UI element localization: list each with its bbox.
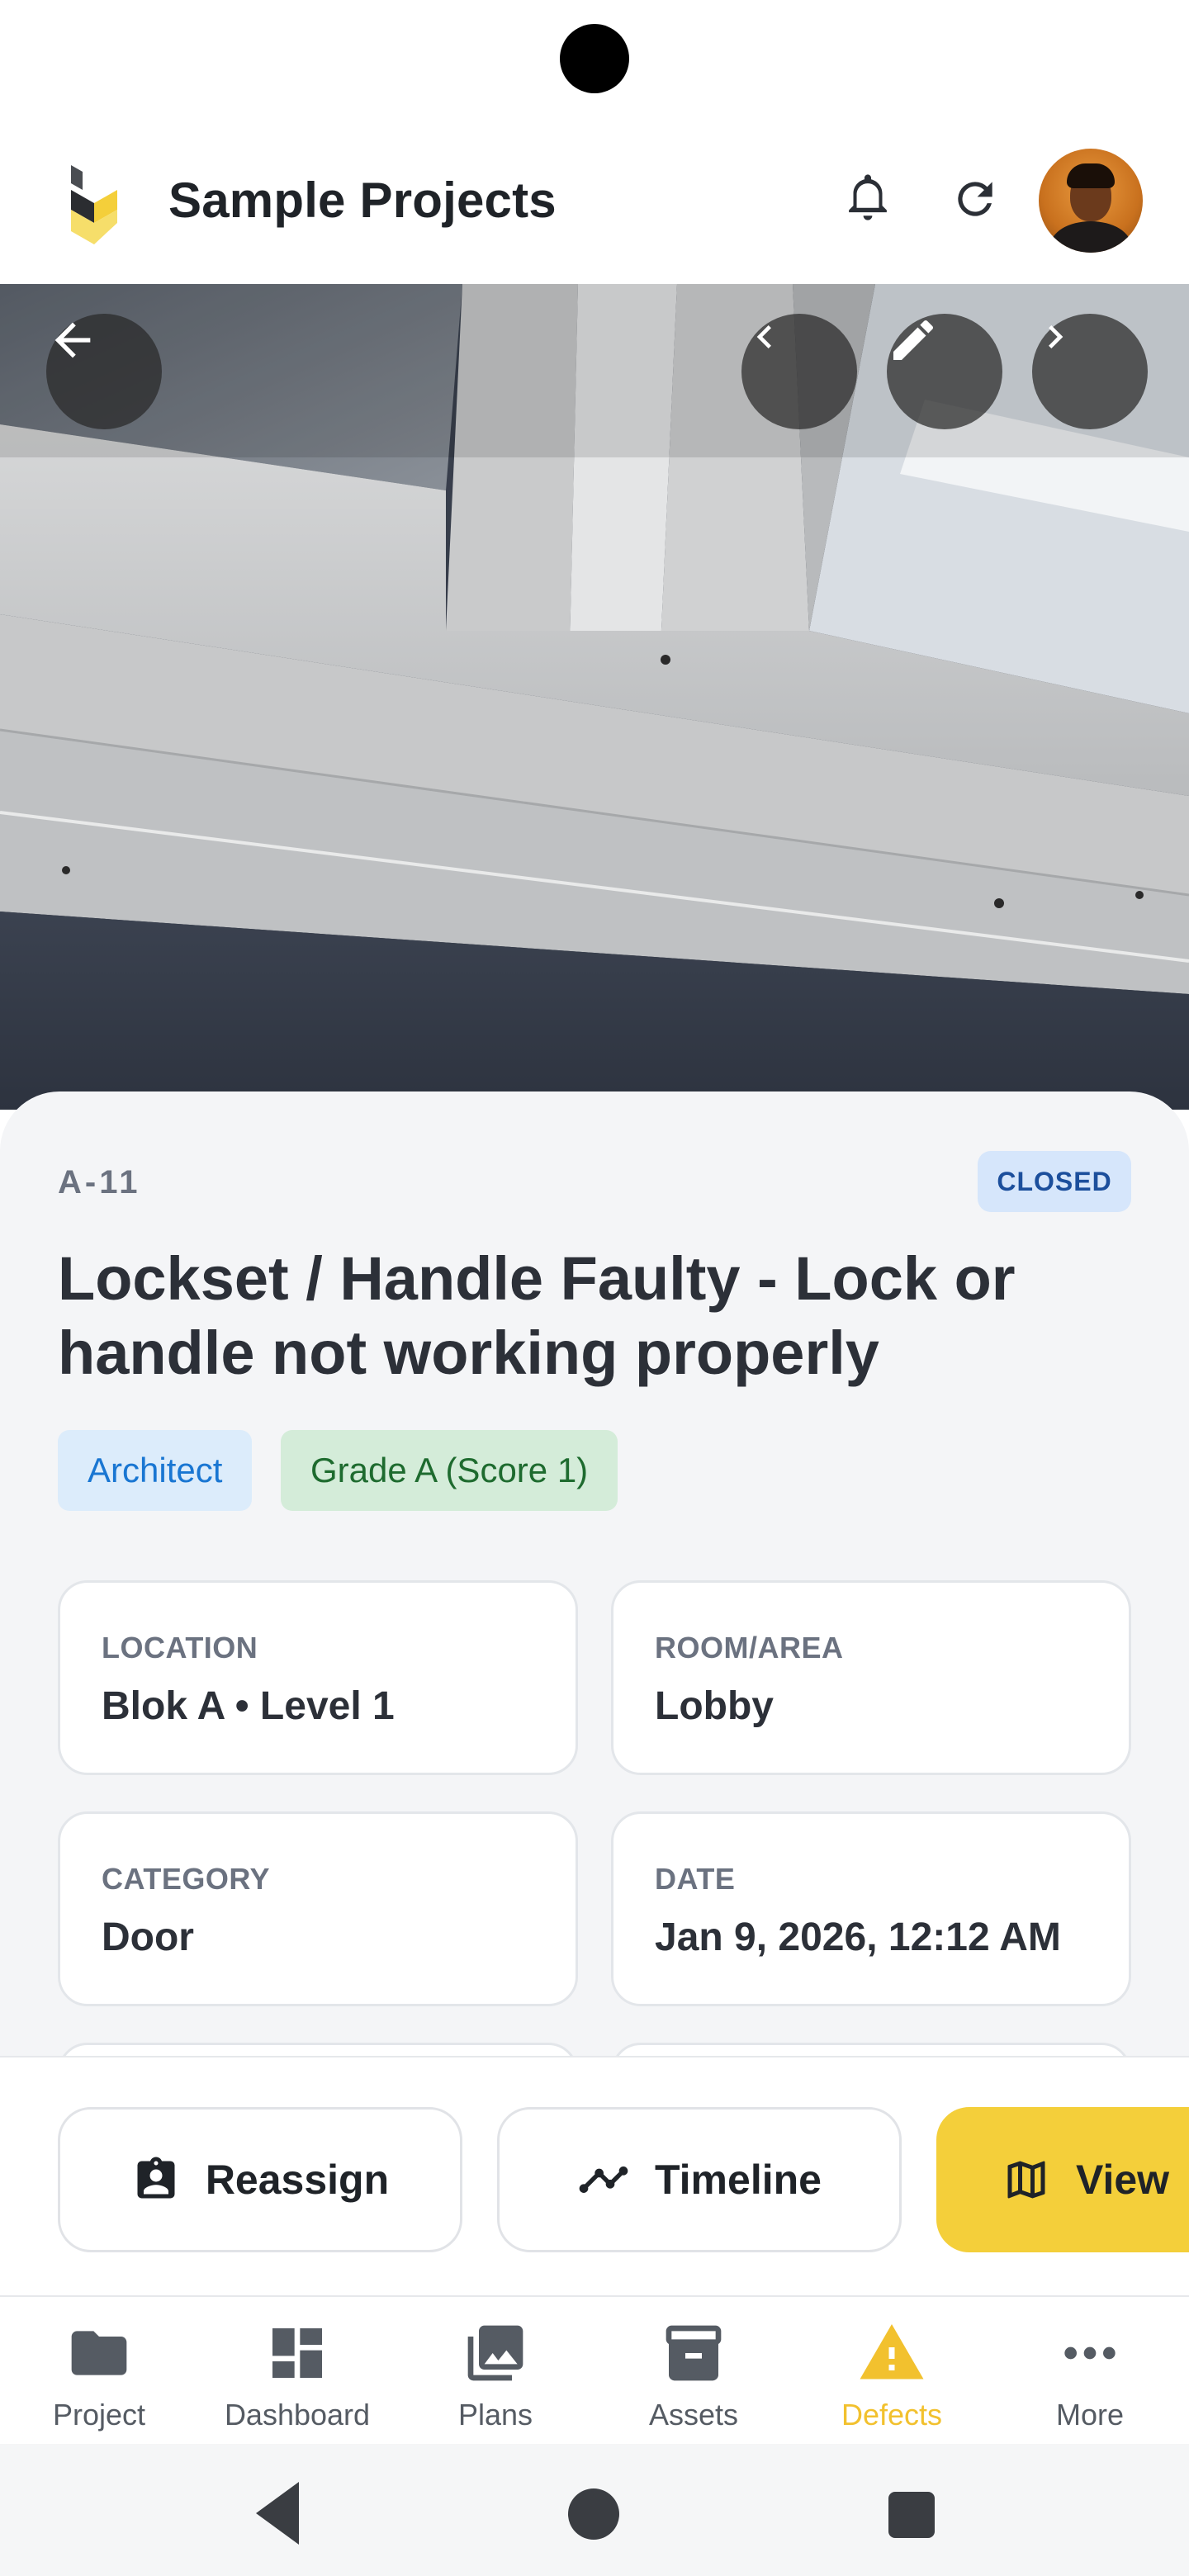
nav-label: Dashboard xyxy=(224,2398,371,2432)
defect-title: Lockset / Handle Faulty - Lock or handle… xyxy=(58,1244,1016,1387)
nav-label: Assets xyxy=(648,2398,739,2432)
nav-item-project[interactable]: Project xyxy=(0,2297,198,2446)
category-card: CATEGORY Door xyxy=(58,1811,578,2006)
system-recents-icon[interactable] xyxy=(888,2492,935,2538)
defect-detail-sheet: A-11 CLOSED Lockset / Handle Faulty - Lo… xyxy=(0,1091,1189,2057)
timeline-icon xyxy=(579,2166,628,2193)
nav-label: Defects xyxy=(841,2398,943,2432)
nav-label: More xyxy=(1055,2398,1125,2432)
detail-label: LOCATION xyxy=(102,1631,258,1664)
nav-item-more[interactable]: More xyxy=(991,2297,1189,2446)
warning-triangle-icon xyxy=(855,2320,929,2386)
detail-label: DATE xyxy=(655,1862,736,1896)
system-back-icon[interactable] xyxy=(253,2479,302,2552)
user-avatar[interactable] xyxy=(1039,149,1143,253)
nav-item-plans[interactable]: Plans xyxy=(396,2297,594,2446)
detail-value: Jan 9, 2026, 12:12 AM xyxy=(655,1915,1061,1959)
system-home-icon[interactable] xyxy=(568,2488,619,2540)
map-icon xyxy=(1007,2161,1045,2199)
back-button[interactable] xyxy=(46,314,162,429)
date-card: DATE Jan 9, 2026, 12:12 AM xyxy=(611,1811,1131,2006)
folder-icon xyxy=(62,2320,136,2386)
app-logo-icon xyxy=(66,165,122,248)
reassign-button[interactable]: Reassign xyxy=(58,2107,462,2252)
detail-value: Blok A • Level 1 xyxy=(102,1684,395,1728)
action-bar: Reassign Timeline View xyxy=(0,2056,1189,2295)
camera-cutout xyxy=(560,24,629,93)
chevron-left-icon xyxy=(756,325,771,348)
next-photo-button[interactable] xyxy=(1032,314,1148,429)
bottom-navigation: Project Dashboard Plans Assets Defects M… xyxy=(0,2295,1189,2444)
arrow-left-icon xyxy=(54,322,91,358)
page-title: Sample Projects xyxy=(168,173,557,228)
dashboard-icon xyxy=(260,2320,334,2386)
room-area-card: ROOM/AREA Lobby xyxy=(611,1580,1131,1775)
defect-id: A-11 xyxy=(58,1164,141,1200)
archive-box-icon xyxy=(656,2320,731,2386)
trade-tag: Architect xyxy=(58,1430,253,1511)
grade-tag: Grade A (Score 1) xyxy=(281,1430,618,1511)
nav-item-assets[interactable]: Assets xyxy=(594,2297,793,2446)
nav-item-defects[interactable]: Defects xyxy=(793,2297,991,2446)
app-bar: Sample Projects xyxy=(0,140,1189,284)
detail-value: Lobby xyxy=(655,1684,774,1728)
defect-photo xyxy=(0,284,1189,1110)
timeline-button[interactable]: Timeline xyxy=(497,2107,902,2252)
chevron-right-icon xyxy=(1049,325,1063,348)
edit-photo-button[interactable] xyxy=(887,314,1002,429)
detail-label: ROOM/AREA xyxy=(655,1631,844,1664)
nav-item-dashboard[interactable]: Dashboard xyxy=(198,2297,396,2446)
pencil-icon xyxy=(893,320,934,360)
view-label: View xyxy=(1076,2157,1170,2203)
view-on-plan-button[interactable]: View xyxy=(936,2107,1189,2252)
images-icon xyxy=(458,2320,533,2386)
timeline-label: Timeline xyxy=(655,2157,822,2203)
notification-bell-icon[interactable] xyxy=(841,170,895,228)
nav-label: Plans xyxy=(457,2398,533,2432)
refresh-icon[interactable] xyxy=(950,173,1001,225)
assignment-person-icon xyxy=(137,2157,175,2199)
previous-photo-button[interactable] xyxy=(741,314,857,429)
system-navigation-bar xyxy=(0,2444,1189,2576)
detail-label: CATEGORY xyxy=(102,1862,271,1896)
more-dots-icon xyxy=(1053,2320,1127,2386)
nav-label: Project xyxy=(52,2398,146,2432)
reassign-label: Reassign xyxy=(205,2157,390,2203)
detail-value: Door xyxy=(102,1915,194,1959)
status-badge: CLOSED xyxy=(978,1151,1131,1212)
location-card: LOCATION Blok A • Level 1 xyxy=(58,1580,578,1775)
